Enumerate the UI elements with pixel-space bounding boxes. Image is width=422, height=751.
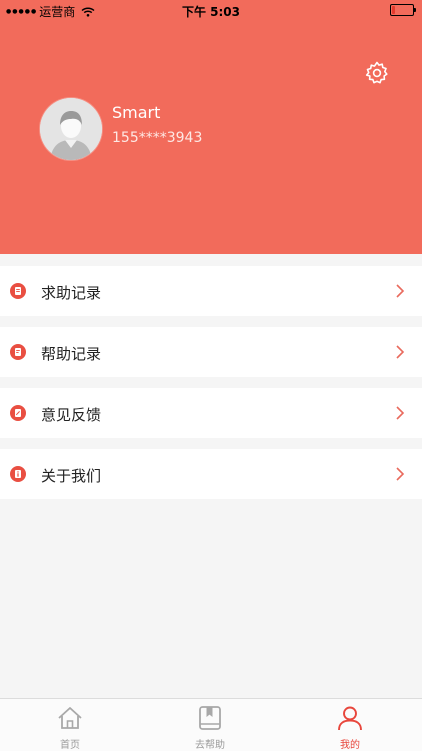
chevron-right-icon xyxy=(396,284,405,298)
tab-me[interactable]: 我的 xyxy=(310,699,390,751)
bookmark-book-icon xyxy=(199,706,221,730)
battery-level xyxy=(392,6,395,14)
user-phone: 155****3943 xyxy=(112,130,203,146)
default-avatar-icon xyxy=(40,98,102,160)
tab-label: 我的 xyxy=(340,740,360,751)
home-icon xyxy=(58,707,82,729)
tab-go-help[interactable]: 去帮助 xyxy=(170,699,250,751)
menu-item-help-given[interactable]: 帮助记录 xyxy=(0,327,422,377)
menu-list: 求助记录 帮助记录 意见反馈 关于我们 xyxy=(0,266,422,499)
status-time: 下午 5:03 xyxy=(181,5,241,19)
menu-item-label: 关于我们 xyxy=(41,467,102,485)
profile-header: Smart 155****3943 xyxy=(0,0,422,254)
menu-item-help-requests[interactable]: 求助记录 xyxy=(0,266,422,316)
document-icon xyxy=(10,344,26,360)
chevron-right-icon xyxy=(396,345,405,359)
info-icon xyxy=(10,466,26,482)
menu-item-label: 求助记录 xyxy=(41,284,102,302)
tab-label: 去帮助 xyxy=(195,740,225,751)
menu-item-label: 意见反馈 xyxy=(41,406,102,424)
status-bar: ●●●●● 运营商 下午 5:03 xyxy=(0,0,422,20)
tab-label: 首页 xyxy=(60,740,80,751)
user-name: Smart xyxy=(112,103,161,122)
menu-item-about-us[interactable]: 关于我们 xyxy=(0,449,422,499)
menu-item-feedback[interactable]: 意见反馈 xyxy=(0,388,422,438)
tab-bar: 首页 去帮助 我的 xyxy=(0,698,422,751)
gear-icon[interactable] xyxy=(364,60,390,86)
chevron-right-icon xyxy=(396,406,405,420)
avatar[interactable] xyxy=(40,98,102,160)
menu-item-label: 帮助记录 xyxy=(41,345,102,363)
chevron-right-icon xyxy=(396,467,405,481)
feedback-icon xyxy=(10,405,26,421)
tab-home[interactable]: 首页 xyxy=(30,699,110,751)
battery-icon xyxy=(390,4,416,16)
person-icon xyxy=(338,706,362,731)
document-icon xyxy=(10,283,26,299)
